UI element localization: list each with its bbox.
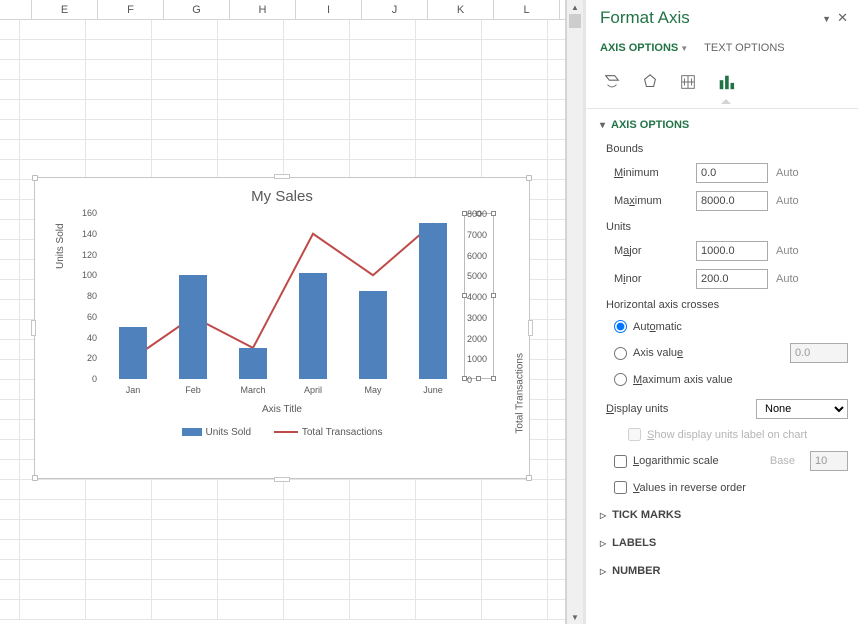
auto-label: Auto: [776, 245, 799, 257]
y-axis-left[interactable]: 020406080100120140160: [71, 213, 99, 379]
size-properties-icon[interactable]: [678, 72, 698, 92]
close-icon[interactable]: ✕: [837, 10, 848, 25]
units-minor-input[interactable]: [696, 269, 768, 289]
auto-label: Auto: [776, 167, 799, 179]
crosses-automatic-radio[interactable]: [614, 320, 627, 333]
tab-text-options[interactable]: TEXT OPTIONS: [704, 42, 784, 58]
units-major-input[interactable]: [696, 241, 768, 261]
major-label: Major: [614, 245, 688, 257]
min-label: Minimum: [614, 167, 688, 179]
crosses-axis-value-radio[interactable]: [614, 347, 627, 360]
bounds-min-input[interactable]: [696, 163, 768, 183]
scroll-down-icon[interactable]: ▼: [567, 610, 583, 624]
max-label: Maximum: [614, 195, 688, 207]
resize-handle[interactable]: [32, 475, 38, 481]
scroll-up-icon[interactable]: ▲: [567, 0, 583, 14]
col-header[interactable]: J: [362, 0, 428, 19]
bounds-max-input[interactable]: [696, 191, 768, 211]
tab-axis-options[interactable]: AXIS OPTIONS▼: [600, 42, 688, 58]
effects-icon[interactable]: [640, 72, 660, 92]
x-axis-title[interactable]: Axis Title: [35, 404, 529, 415]
x-axis[interactable]: JanFebMarchAprilMayJune: [103, 385, 463, 395]
col-header[interactable]: I: [296, 0, 362, 19]
scroll-thumb[interactable]: [569, 14, 581, 28]
col-header[interactable]: E: [32, 0, 98, 19]
legend-swatch-bar-icon: [182, 428, 202, 436]
legend-swatch-line-icon: [274, 431, 298, 433]
show-display-units-checkbox: [628, 428, 641, 441]
units-label: Units: [606, 221, 848, 233]
col-header[interactable]: K: [428, 0, 494, 19]
minor-label: Minor: [614, 273, 688, 285]
chart-legend[interactable]: Units Sold Total Transactions: [35, 427, 529, 438]
chart-title[interactable]: My Sales: [35, 188, 529, 205]
crosses-label: Horizontal axis crosses: [606, 299, 848, 311]
y-axis-left-label[interactable]: Units Sold: [55, 223, 66, 269]
pane-title: Format Axis: [600, 8, 690, 28]
display-units-label: Display units: [606, 403, 668, 415]
auto-label: Auto: [776, 195, 799, 207]
auto-label: Auto: [776, 273, 799, 285]
plot-area[interactable]: [103, 213, 463, 379]
vertical-scrollbar[interactable]: ▲ ▼: [566, 0, 583, 624]
legend-label: Units Sold: [206, 427, 252, 438]
log-base-input: [810, 451, 848, 471]
col-header[interactable]: F: [98, 0, 164, 19]
column-headers: E F G H I J K L: [0, 0, 565, 20]
resize-handle[interactable]: [526, 475, 532, 481]
y-axis-right-label[interactable]: Total Transactions: [515, 353, 526, 434]
col-header[interactable]: L: [494, 0, 560, 19]
resize-handle[interactable]: [526, 175, 532, 181]
col-header[interactable]: H: [230, 0, 296, 19]
spreadsheet-area[interactable]: E F G H I J K L // rows generated below …: [0, 0, 566, 624]
section-axis-options[interactable]: ▾AXIS OPTIONS: [600, 119, 848, 131]
crosses-axis-value-input: [790, 343, 848, 363]
format-axis-pane: Format Axis ▼ ✕ AXIS OPTIONS▼ TEXT OPTION…: [583, 0, 858, 624]
fill-line-icon[interactable]: [602, 72, 622, 92]
base-label: Base: [770, 455, 795, 467]
section-tick-marks[interactable]: ▷TICK MARKS: [600, 509, 848, 521]
resize-handle-top[interactable]: [274, 174, 290, 179]
resize-handle[interactable]: [32, 175, 38, 181]
line-series[interactable]: [103, 213, 463, 379]
log-scale-checkbox[interactable]: [614, 455, 627, 468]
crosses-max-radio[interactable]: [614, 373, 627, 386]
pane-options-dropdown-icon[interactable]: ▼: [822, 14, 831, 24]
embedded-chart[interactable]: My Sales Units Sold 02040608010012014016…: [34, 177, 530, 479]
resize-handle-bottom[interactable]: [274, 477, 290, 482]
section-number[interactable]: ▷NUMBER: [600, 565, 848, 577]
legend-label: Total Transactions: [302, 427, 383, 438]
col-header[interactable]: G: [164, 0, 230, 19]
axis-options-icon[interactable]: [716, 72, 736, 92]
display-units-select[interactable]: None: [756, 399, 848, 419]
reverse-order-checkbox[interactable]: [614, 481, 627, 494]
y-axis-right-selected[interactable]: 010002000300040005000600070008000: [464, 213, 494, 379]
section-labels[interactable]: ▷LABELS: [600, 537, 848, 549]
bounds-label: Bounds: [606, 143, 848, 155]
